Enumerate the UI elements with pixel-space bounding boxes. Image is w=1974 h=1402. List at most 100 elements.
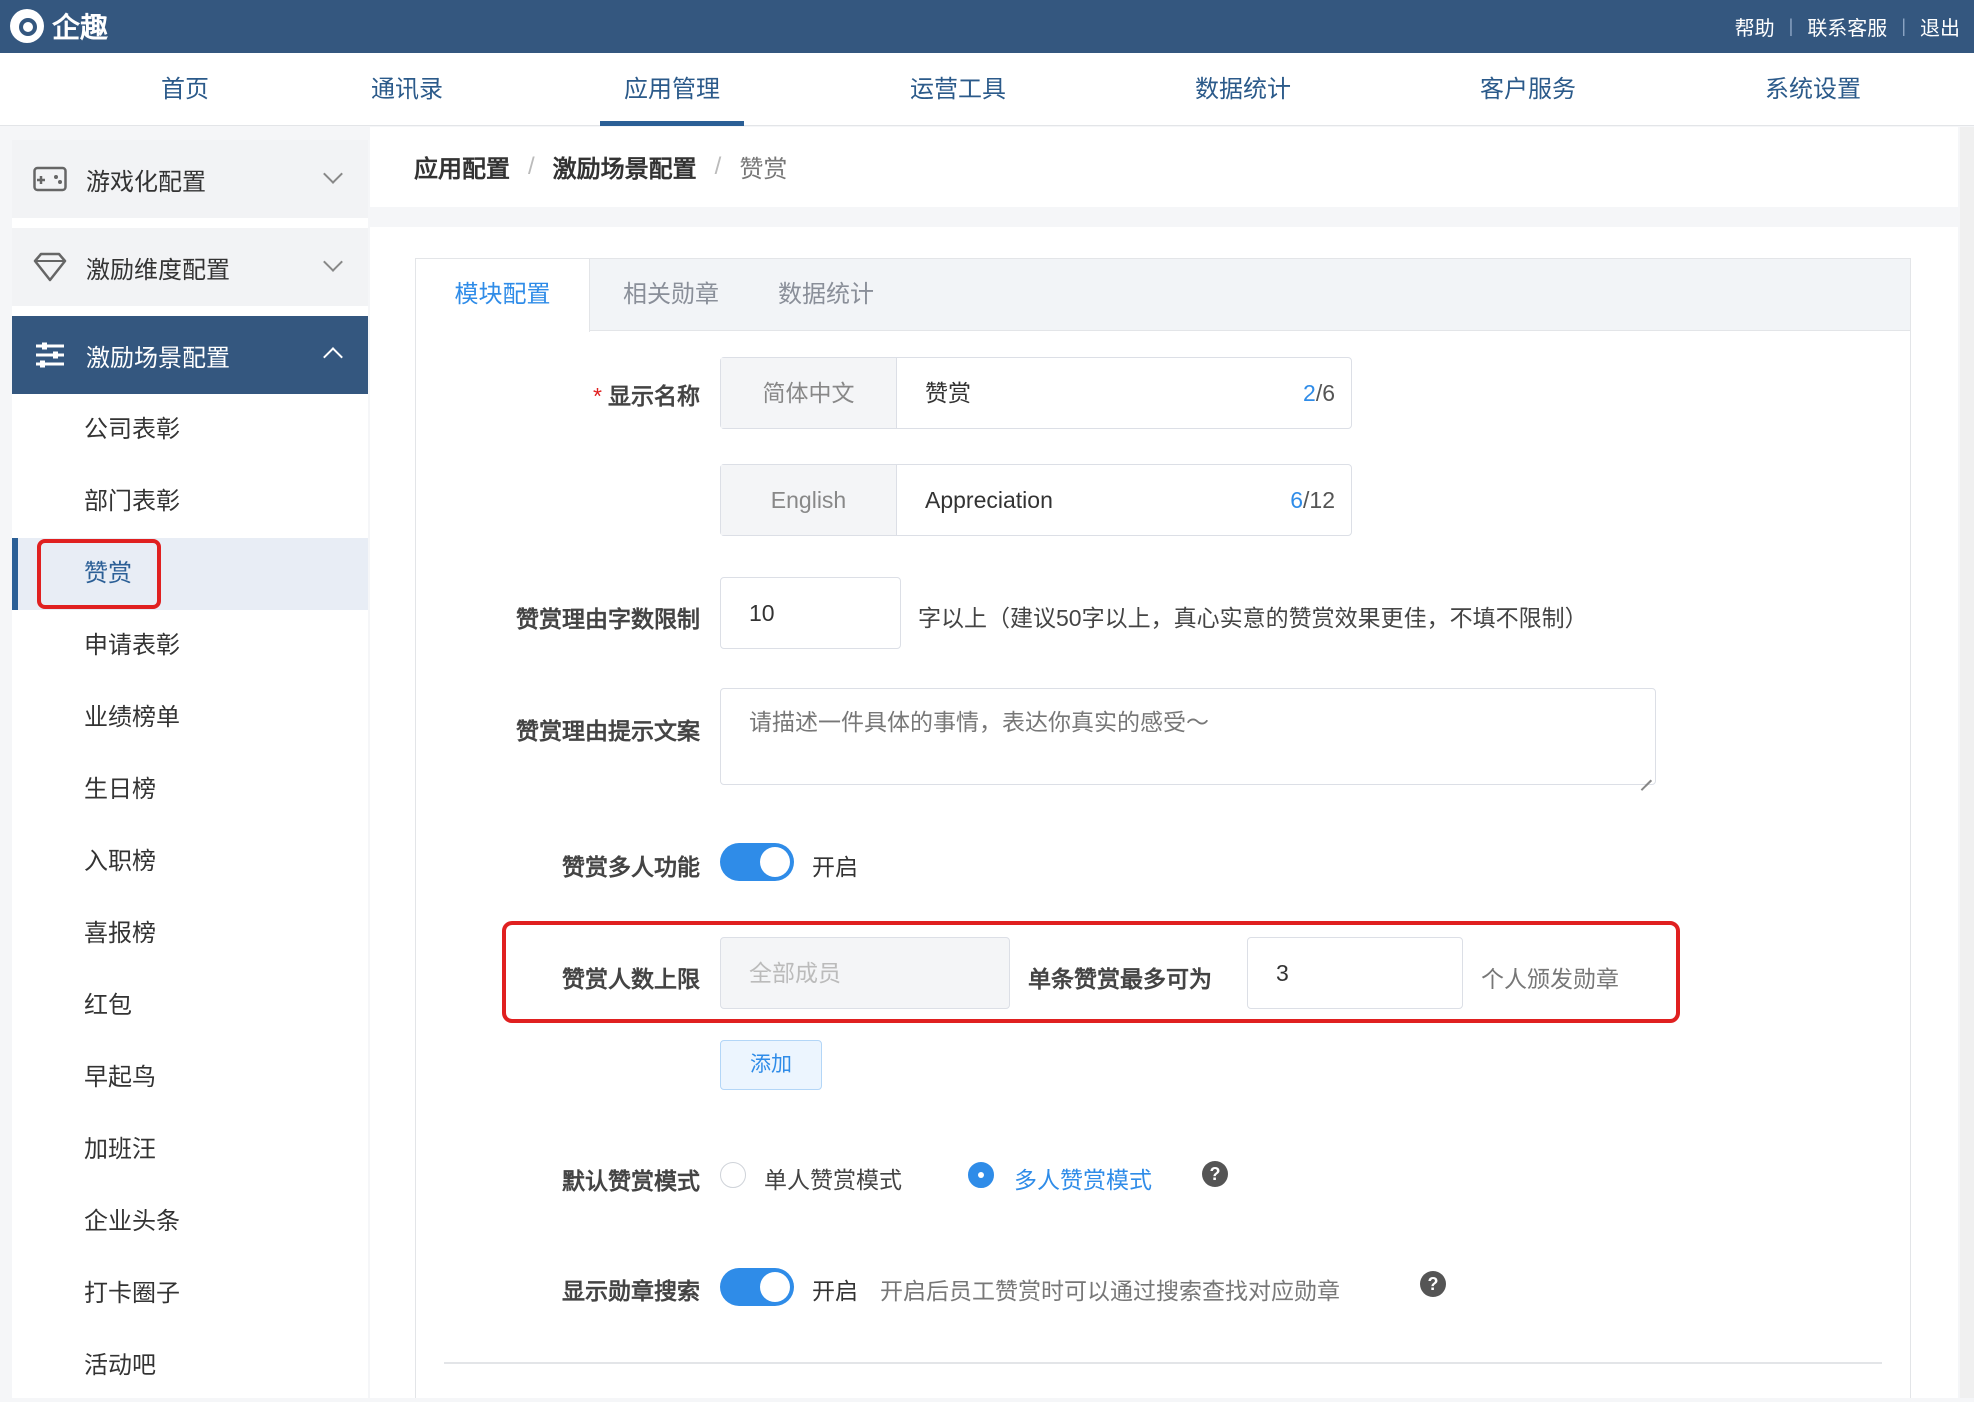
multi-feature-state: 开启 bbox=[812, 854, 858, 880]
top-links: 帮助 | 联系客服 | 退出 bbox=[1735, 12, 1960, 41]
logo-icon bbox=[10, 9, 44, 43]
member-scope-select[interactable]: 全部成员 bbox=[720, 937, 1010, 1009]
section-divider bbox=[370, 207, 1958, 227]
badge-search-label: 显示勋章搜索 bbox=[562, 1278, 700, 1304]
sidebar-item-activities[interactable]: 活动吧 bbox=[12, 1330, 368, 1402]
highlight-box bbox=[37, 539, 161, 609]
sidebar: 游戏化配置 激励维度配置 激励场景配置 公司表彰 部门表彰 赞赏 申请表彰 业绩… bbox=[12, 140, 368, 1398]
char-counter: 2/6 bbox=[1303, 358, 1335, 428]
limit-label: 赞赏人数上限 bbox=[562, 966, 700, 992]
badge-search-state: 开启 bbox=[812, 1278, 858, 1304]
tab-bar: 模块配置 相关勋章 数据统计 bbox=[416, 259, 1910, 332]
radio-multi-mode-label[interactable]: 多人赞赏模式 bbox=[1014, 1161, 1152, 1195]
required-mark: * bbox=[593, 383, 602, 409]
sliders-icon bbox=[32, 340, 68, 370]
sidebar-item-apply-praise[interactable]: 申请表彰 bbox=[12, 610, 368, 682]
chevron-down-icon bbox=[323, 164, 343, 184]
resize-handle-icon[interactable] bbox=[1640, 769, 1652, 781]
sidebar-item-company-praise[interactable]: 公司表彰 bbox=[12, 394, 368, 466]
display-name-en-field[interactable]: English Appreciation 6/12 bbox=[720, 464, 1352, 536]
radio-single-mode-label[interactable]: 单人赞赏模式 bbox=[764, 1161, 902, 1195]
sidebar-group-scene[interactable]: 激励场景配置 bbox=[12, 316, 368, 394]
logo-text: 企趣 bbox=[52, 12, 109, 43]
gamepad-icon bbox=[32, 164, 68, 194]
sidebar-item-appreciation[interactable]: 赞赏 bbox=[12, 538, 368, 610]
chevron-up-icon bbox=[323, 347, 343, 367]
badge-search-switch[interactable] bbox=[720, 1268, 794, 1306]
breadcrumb-item[interactable]: 应用配置 bbox=[414, 149, 510, 184]
radio-single-mode[interactable] bbox=[720, 1162, 746, 1188]
sidebar-item-early-bird[interactable]: 早起鸟 bbox=[12, 1042, 368, 1114]
nav-contacts[interactable]: 通讯录 bbox=[367, 53, 447, 126]
breadcrumb-current: 赞赏 bbox=[739, 156, 788, 183]
breadcrumb-separator: / bbox=[714, 152, 722, 180]
tab-related-badges[interactable]: 相关勋章 bbox=[606, 259, 736, 331]
add-button[interactable]: 添加 bbox=[720, 1040, 822, 1090]
multi-feature-label: 赞赏多人功能 bbox=[562, 854, 700, 880]
radio-multi-mode[interactable] bbox=[968, 1162, 994, 1188]
breadcrumb-item[interactable]: 激励场景配置 bbox=[553, 149, 697, 184]
label-text: 显示名称 bbox=[608, 383, 700, 409]
sidebar-group-dimension[interactable]: 激励维度配置 bbox=[12, 228, 368, 306]
display-name-zh-input[interactable]: 赞赏 bbox=[925, 358, 971, 428]
chevron-down-icon bbox=[323, 252, 343, 272]
sidebar-group-label: 游戏化配置 bbox=[86, 168, 206, 196]
reason-hint-label: 赞赏理由提示文案 bbox=[516, 718, 700, 744]
main-nav: 首页 通讯录 应用管理 运营工具 数据统计 客户服务 系统设置 bbox=[0, 53, 1974, 126]
limit-mid-label: 单条赞赏最多可为 bbox=[1028, 966, 1212, 992]
multi-feature-switch[interactable] bbox=[720, 843, 794, 881]
sidebar-item-overtime[interactable]: 加班汪 bbox=[12, 1114, 368, 1186]
logo[interactable]: 企趣 bbox=[10, 6, 108, 46]
char-count-max: /6 bbox=[1315, 380, 1335, 406]
section-divider bbox=[444, 1362, 1882, 1364]
default-mode-label: 默认赞赏模式 bbox=[562, 1168, 700, 1194]
config-panel: 模块配置 相关勋章 数据统计 bbox=[415, 258, 1911, 1398]
char-count-current: 6 bbox=[1290, 487, 1304, 513]
sidebar-item-good-news-list[interactable]: 喜报榜 bbox=[12, 898, 368, 970]
display-name-zh-field[interactable]: 简体中文 赞赏 2/6 bbox=[720, 357, 1352, 429]
divider: | bbox=[1788, 16, 1794, 36]
sidebar-item-onboarding-list[interactable]: 入职榜 bbox=[12, 826, 368, 898]
help-icon[interactable]: ? bbox=[1202, 1161, 1228, 1187]
nav-customer-service[interactable]: 客户服务 bbox=[1465, 53, 1591, 126]
help-link[interactable]: 帮助 bbox=[1735, 12, 1775, 41]
breadcrumb: 应用配置 / 激励场景配置 / 赞赏 bbox=[414, 149, 787, 184]
char-count-max: /12 bbox=[1303, 487, 1335, 513]
limit-suffix: 个人颁发勋章 bbox=[1481, 966, 1619, 992]
display-name-label: * 显示名称 bbox=[500, 377, 700, 411]
sidebar-group-label: 激励维度配置 bbox=[86, 256, 230, 284]
top-bar: 企趣 帮助 | 联系客服 | 退出 bbox=[0, 0, 1974, 53]
breadcrumb-separator: / bbox=[528, 152, 535, 180]
sidebar-item-department-praise[interactable]: 部门表彰 bbox=[12, 466, 368, 538]
tab-module-config[interactable]: 模块配置 bbox=[416, 259, 590, 332]
sidebar-item-headlines[interactable]: 企业头条 bbox=[12, 1186, 368, 1258]
nav-statistics[interactable]: 数据统计 bbox=[1180, 53, 1306, 126]
nav-app-management[interactable]: 应用管理 bbox=[600, 53, 744, 126]
contact-service-link[interactable]: 联系客服 bbox=[1807, 12, 1887, 41]
nav-system-settings[interactable]: 系统设置 bbox=[1750, 53, 1876, 126]
scrollbar[interactable] bbox=[1960, 127, 1974, 1398]
char-count-current: 2 bbox=[1303, 380, 1316, 406]
reason-hint-textarea[interactable]: 请描述一件具体的事情，表达你真实的感受～ bbox=[720, 688, 1656, 785]
tab-statistics[interactable]: 数据统计 bbox=[756, 259, 896, 331]
help-icon[interactable]: ? bbox=[1420, 1271, 1446, 1297]
sidebar-item-red-packet[interactable]: 红包 bbox=[12, 970, 368, 1042]
diamond-icon bbox=[32, 252, 68, 282]
logout-link[interactable]: 退出 bbox=[1920, 12, 1960, 41]
sidebar-item-checkin-circle[interactable]: 打卡圈子 bbox=[12, 1258, 368, 1330]
lang-prefix: English bbox=[721, 465, 897, 535]
display-name-en-input[interactable]: Appreciation bbox=[925, 465, 1053, 535]
sidebar-group-gamification[interactable]: 游戏化配置 bbox=[12, 140, 368, 218]
limit-count-input[interactable]: 3 bbox=[1247, 937, 1463, 1009]
sidebar-item-performance-ranking[interactable]: 业绩榜单 bbox=[12, 682, 368, 754]
nav-home[interactable]: 首页 bbox=[150, 53, 220, 126]
nav-operation-tools[interactable]: 运营工具 bbox=[895, 53, 1021, 126]
char-counter: 6/12 bbox=[1290, 465, 1335, 535]
reason-hint-text: 请描述一件具体的事情，表达你真实的感受～ bbox=[749, 709, 1209, 735]
sidebar-item-birthday-list[interactable]: 生日榜 bbox=[12, 754, 368, 826]
reason-limit-note: 字以上（建议50字以上，真心实意的赞赏效果更佳，不填不限制） bbox=[918, 605, 1588, 631]
divider: | bbox=[1901, 16, 1906, 36]
reason-limit-label: 赞赏理由字数限制 bbox=[516, 606, 700, 632]
reason-limit-input[interactable]: 10 bbox=[720, 577, 901, 649]
badge-search-note: 开启后员工赞赏时可以通过搜索查找对应勋章 bbox=[880, 1278, 1340, 1304]
